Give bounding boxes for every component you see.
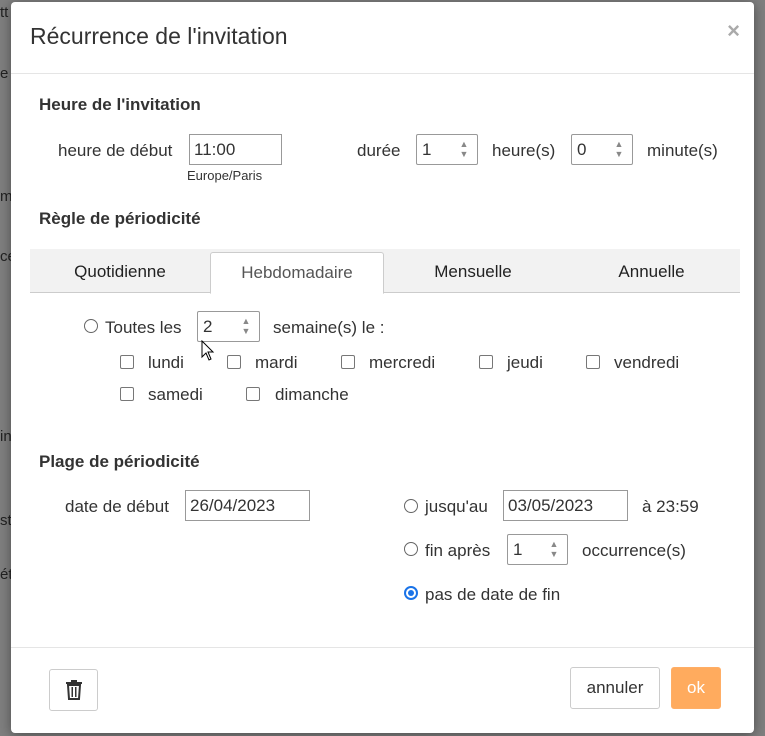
mouse-cursor-icon	[201, 340, 215, 361]
tab-monthly[interactable]: Mensuelle	[383, 249, 563, 292]
dialog-header: Récurrence de l'invitation ×	[11, 2, 754, 74]
day-label: vendredi	[614, 353, 680, 372]
day-checkbox-dimanche[interactable]	[246, 387, 260, 401]
duration-label: durée	[357, 141, 401, 160]
time-section-heading: Heure de l'invitation	[39, 95, 201, 114]
day-checkbox-mardi[interactable]	[227, 355, 241, 369]
start-date-input[interactable]	[185, 490, 310, 521]
stepper-arrows-icon[interactable]: ▲ ▼	[455, 139, 473, 160]
recurrence-dialog: Récurrence de l'invitation × Heure de l'…	[11, 2, 754, 733]
rule-section-heading: Règle de périodicité	[39, 209, 201, 228]
until-time-label: à 23:59	[642, 497, 699, 516]
tab-weekly[interactable]: Hebdomadaire	[210, 252, 384, 294]
timezone-label: Europe/Paris	[187, 168, 263, 183]
every-weeks-radio[interactable]	[84, 319, 98, 333]
ok-button[interactable]: ok	[671, 667, 721, 709]
background-text-fragment: in	[0, 428, 12, 445]
until-label: jusqu'au	[425, 497, 488, 516]
close-icon[interactable]: ×	[727, 18, 740, 44]
cancel-button[interactable]: annuler	[570, 667, 660, 709]
day-checkbox-lundi[interactable]	[120, 355, 134, 369]
until-date-input[interactable]	[503, 490, 628, 521]
start-date-label: date de début	[65, 497, 169, 516]
day-label: jeudi	[507, 353, 543, 372]
stepper-arrows-icon[interactable]: ▲ ▼	[237, 316, 255, 337]
stepper-arrows-icon[interactable]: ▲ ▼	[545, 539, 563, 560]
day-checkbox-samedi[interactable]	[120, 387, 134, 401]
every-label: Toutes les	[105, 318, 182, 337]
day-checkbox-vendredi[interactable]	[586, 355, 600, 369]
tab-yearly[interactable]: Annuelle	[563, 249, 740, 292]
day-label: dimanche	[275, 385, 349, 404]
background-text-fragment: e	[0, 65, 9, 82]
occurrences-stepper[interactable]: 1 ▲ ▼	[507, 534, 568, 565]
day-label: samedi	[148, 385, 203, 404]
duration-minutes-value: 0	[577, 140, 587, 159]
duration-minutes-stepper[interactable]: 0 ▲ ▼	[571, 134, 633, 165]
until-radio[interactable]	[404, 499, 418, 513]
no-end-date-radio[interactable]	[404, 586, 418, 600]
start-time-input[interactable]	[189, 134, 282, 165]
occurrences-value: 1	[513, 540, 523, 559]
occurrences-label: occurrence(s)	[582, 541, 686, 560]
day-label: lundi	[148, 353, 184, 372]
weeks-label: semaine(s) le :	[273, 318, 385, 337]
range-section-heading: Plage de périodicité	[39, 452, 200, 471]
end-after-label: fin après	[425, 541, 491, 560]
background-text-fragment: tt	[0, 4, 9, 21]
stepper-arrows-icon[interactable]: ▲ ▼	[610, 139, 628, 160]
day-checkbox-jeudi[interactable]	[479, 355, 493, 369]
end-after-radio[interactable]	[404, 542, 418, 556]
tab-daily[interactable]: Quotidienne	[30, 249, 210, 292]
trash-icon	[66, 680, 82, 700]
day-label: mardi	[255, 353, 298, 372]
day-label: mercredi	[369, 353, 436, 372]
dialog-title: Récurrence de l'invitation	[30, 23, 288, 49]
recurrence-tabs: Quotidienne Hebdomadaire Mensuelle Annue…	[30, 249, 740, 294]
background-text-fragment: st	[0, 512, 12, 529]
minutes-unit-label: minute(s)	[647, 141, 718, 160]
no-end-date-label: pas de date de fin	[425, 585, 561, 604]
duration-hours-value: 1	[422, 140, 432, 159]
hours-unit-label: heure(s)	[492, 141, 556, 160]
duration-hours-stepper[interactable]: 1 ▲ ▼	[416, 134, 478, 165]
day-checkbox-mercredi[interactable]	[341, 355, 355, 369]
weeks-interval-value: 2	[203, 317, 213, 336]
delete-button[interactable]	[49, 669, 98, 711]
start-time-label: heure de début	[58, 141, 173, 160]
weeks-interval-stepper[interactable]: 2 ▲ ▼	[197, 311, 260, 342]
footer-divider	[11, 647, 754, 648]
